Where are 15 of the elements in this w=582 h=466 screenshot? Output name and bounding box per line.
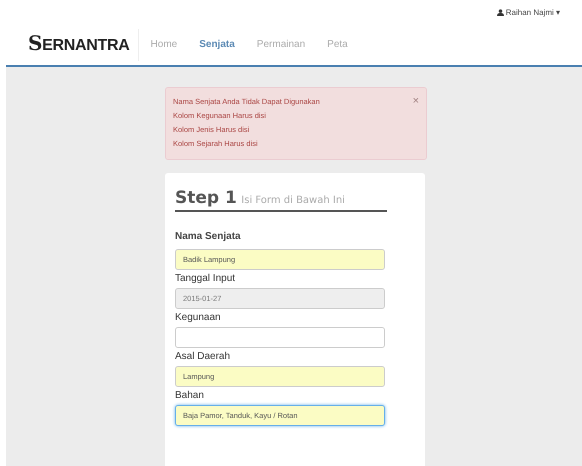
- input-field[interactable]: [175, 327, 385, 348]
- nav-link[interactable]: Peta: [327, 39, 348, 50]
- close-button[interactable]: ×: [412, 95, 419, 107]
- field-label: Bahan: [175, 390, 205, 401]
- user-menu[interactable]: Raihan Najmi ▾: [506, 8, 560, 16]
- brand-logo[interactable]: SERNANTRA: [28, 30, 132, 59]
- field-label: Tanggal Input: [175, 273, 236, 284]
- field-label: Nama Senjata: [175, 231, 242, 242]
- form-heading: Step 1 Isi Form di Bawah Ini: [175, 188, 387, 212]
- nav-link[interactable]: Home: [150, 39, 178, 50]
- field-label: Kegunaan: [175, 312, 222, 323]
- user-icon: [496, 8, 504, 16]
- nav-link[interactable]: Permainan: [256, 39, 306, 50]
- nav-link[interactable]: Senjata: [199, 39, 235, 50]
- field-label: Asal Daerah: [175, 351, 232, 362]
